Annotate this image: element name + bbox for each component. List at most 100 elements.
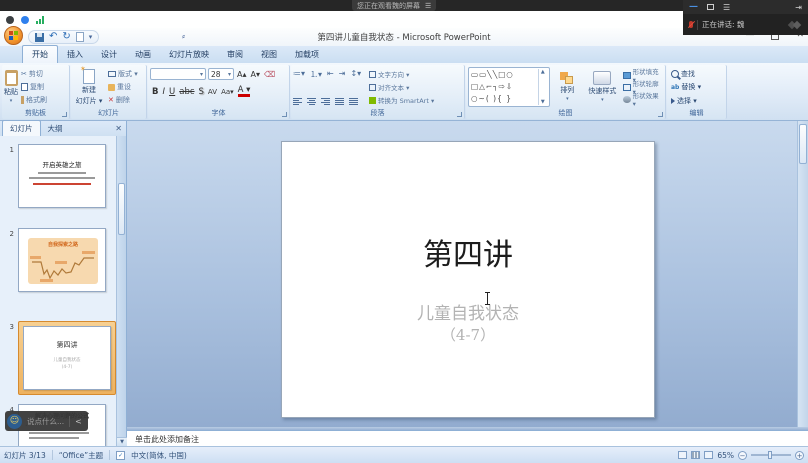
screen-share-banner[interactable]: 您正在观看魏的屏幕 ☰ bbox=[352, 0, 436, 11]
language-indicator[interactable]: 中文(简体, 中国) bbox=[131, 450, 187, 461]
cut-button[interactable]: ✂剪切 bbox=[21, 68, 47, 81]
tab-view[interactable]: 视图 bbox=[252, 46, 286, 63]
office-button[interactable] bbox=[4, 26, 23, 45]
zoom-out-button[interactable]: − bbox=[738, 451, 747, 460]
slide-thumbnail-3[interactable]: 第四讲 儿童自我状态 (4-7) bbox=[23, 326, 111, 390]
slides-panel-scroll-down-button[interactable]: ▼ bbox=[117, 437, 127, 446]
banner-menu-icon[interactable]: ☰ bbox=[425, 2, 431, 10]
shape-effects-button[interactable]: 形状效果 ▾ bbox=[623, 93, 663, 105]
tab-slides-thumbnails[interactable]: 幻灯片 bbox=[2, 120, 41, 136]
shapes-gallery[interactable]: ▭▭╲╲□○ □△⌐┐⇨⇩ ○~( ){ } ▲ ▼ bbox=[468, 67, 550, 107]
decrease-indent-button[interactable]: ⇤ bbox=[327, 69, 334, 80]
panel-list-icon[interactable]: ☰ bbox=[723, 3, 730, 12]
zoom-slider-knob[interactable] bbox=[768, 451, 772, 459]
convert-smartart-button[interactable]: 转换为 SmartArt ▾ bbox=[369, 94, 462, 106]
qat-customize-icon[interactable]: ⸗ bbox=[182, 31, 185, 42]
slides-panel-scroll-thumb[interactable] bbox=[118, 183, 125, 235]
drawing-dialog-launcher[interactable] bbox=[658, 112, 663, 117]
new-document-button[interactable] bbox=[76, 32, 84, 42]
font-dialog-launcher[interactable] bbox=[282, 112, 287, 117]
tab-outline[interactable]: 大纲 bbox=[41, 121, 70, 136]
tab-addins[interactable]: 加载项 bbox=[286, 46, 328, 63]
slide-subtitle[interactable]: 儿童自我状态 bbox=[282, 299, 654, 324]
mic-muted-icon[interactable] bbox=[689, 21, 693, 28]
undo-button[interactable]: ↶ bbox=[49, 32, 57, 42]
font-name-combo[interactable]: ▾ bbox=[150, 68, 206, 80]
change-case-button[interactable]: Aa▾ bbox=[221, 88, 234, 96]
tab-insert[interactable]: 插入 bbox=[58, 46, 92, 63]
shapes-gallery-scroll[interactable]: ▲ ▼ bbox=[538, 69, 547, 105]
paste-button[interactable]: 粘贴 ▾ bbox=[4, 67, 18, 107]
panel-window-icon[interactable] bbox=[707, 4, 714, 10]
panel-close-icon[interactable]: ✕ bbox=[115, 124, 122, 133]
slide-thumbnail-1[interactable]: 开启英雄之旅 bbox=[18, 144, 106, 208]
replace-button[interactable]: ab替换 ▾ bbox=[671, 81, 724, 94]
layout-button[interactable]: 版式 ▾ bbox=[108, 68, 138, 81]
save-button[interactable] bbox=[35, 33, 44, 42]
font-color-button[interactable]: A ▾ bbox=[238, 86, 251, 97]
bullets-button[interactable]: ≔▾ bbox=[293, 69, 305, 80]
align-right-button[interactable] bbox=[321, 98, 330, 105]
bold-button[interactable]: B bbox=[152, 87, 158, 97]
align-text-button[interactable]: 对齐文本 ▾ bbox=[369, 81, 462, 93]
chat-collapse-icon[interactable]: < bbox=[75, 417, 82, 426]
numbering-button[interactable]: ⒈▾ bbox=[310, 69, 322, 80]
main-scroll-thumb[interactable] bbox=[799, 124, 807, 164]
clear-formatting-button[interactable]: ⌫ bbox=[263, 70, 276, 79]
shapes-scroll-up-icon[interactable]: ▲ bbox=[541, 69, 545, 75]
clipboard-dialog-launcher[interactable] bbox=[62, 112, 67, 117]
delete-button[interactable]: ✕删除 bbox=[108, 93, 138, 106]
tab-slideshow[interactable]: 幻灯片放映 bbox=[160, 46, 218, 63]
increase-indent-button[interactable]: ⇥ bbox=[339, 69, 346, 80]
main-scrollbar[interactable] bbox=[797, 121, 808, 429]
redo-button[interactable]: ↻ bbox=[62, 32, 70, 42]
columns-button[interactable] bbox=[349, 98, 358, 105]
zoom-in-button[interactable]: + bbox=[795, 451, 804, 460]
quick-styles-button[interactable]: 快速样式 ▾ bbox=[585, 67, 620, 107]
align-center-button[interactable] bbox=[307, 98, 316, 105]
tab-review[interactable]: 审阅 bbox=[218, 46, 252, 63]
grow-font-button[interactable]: A▴ bbox=[236, 70, 248, 79]
slide-sorter-view-button[interactable] bbox=[691, 451, 700, 459]
arrange-button[interactable]: 排列 ▾ bbox=[553, 67, 582, 107]
chat-input[interactable]: 说点什么... bbox=[27, 416, 64, 427]
panel-minimize-icon[interactable]: — bbox=[689, 2, 698, 12]
slides-panel-scrollbar[interactable]: ▼ bbox=[116, 136, 126, 446]
shape-row-3[interactable]: ○~( ){ } bbox=[471, 93, 538, 105]
zoom-slider[interactable] bbox=[751, 454, 791, 456]
shapes-scroll-down-icon[interactable]: ▼ bbox=[541, 99, 545, 105]
new-slide-button[interactable]: 新建 幻灯片 ▾ bbox=[73, 67, 105, 107]
slide-canvas[interactable]: 第四讲 儿童自我状态 （4-7） bbox=[281, 141, 655, 418]
shrink-font-button[interactable]: A▾ bbox=[250, 70, 262, 79]
select-button[interactable]: 选择 ▾ bbox=[671, 94, 724, 107]
tab-design[interactable]: 设计 bbox=[92, 46, 126, 63]
underline-button[interactable]: U bbox=[169, 87, 175, 97]
paragraph-dialog-launcher[interactable] bbox=[457, 112, 462, 117]
reset-button[interactable]: 重设 bbox=[108, 81, 138, 94]
line-spacing-button[interactable]: ↕▾ bbox=[350, 69, 361, 80]
text-shadow-button[interactable]: S bbox=[199, 87, 204, 97]
slide-title[interactable]: 第四讲 bbox=[282, 230, 654, 274]
shape-row-2[interactable]: □△⌐┐⇨⇩ bbox=[471, 81, 538, 93]
qat-dropdown-icon[interactable]: ▾ bbox=[89, 33, 93, 41]
find-button[interactable]: 查找 bbox=[671, 67, 724, 80]
italic-button[interactable]: I bbox=[162, 87, 165, 97]
tab-home[interactable]: 开始 bbox=[22, 45, 58, 63]
text-direction-button[interactable]: 文字方向 ▾ bbox=[369, 68, 462, 80]
slide-range[interactable]: （4-7） bbox=[282, 324, 654, 345]
normal-view-button[interactable] bbox=[678, 451, 687, 459]
zoom-level[interactable]: 65% bbox=[717, 451, 734, 460]
spellcheck-icon[interactable]: ✓ bbox=[116, 451, 125, 460]
shape-row-1[interactable]: ▭▭╲╲□○ bbox=[471, 69, 538, 81]
slide-thumbnail-2[interactable]: 自我探索之路 bbox=[18, 228, 106, 292]
character-spacing-button[interactable]: AV bbox=[208, 88, 217, 96]
justify-button[interactable] bbox=[335, 98, 344, 105]
format-painter-button[interactable]: 格式刷 bbox=[21, 93, 47, 106]
align-left-button[interactable] bbox=[293, 98, 302, 105]
strikethrough-button[interactable]: abc bbox=[179, 87, 194, 97]
font-size-combo[interactable]: 28▾ bbox=[208, 68, 234, 80]
notes-pane[interactable]: 单击此处添加备注 bbox=[127, 430, 808, 446]
tab-animations[interactable]: 动画 bbox=[126, 46, 160, 63]
panel-collapse-icon[interactable]: ⇥ bbox=[795, 3, 802, 12]
slideshow-view-button[interactable] bbox=[704, 451, 713, 459]
